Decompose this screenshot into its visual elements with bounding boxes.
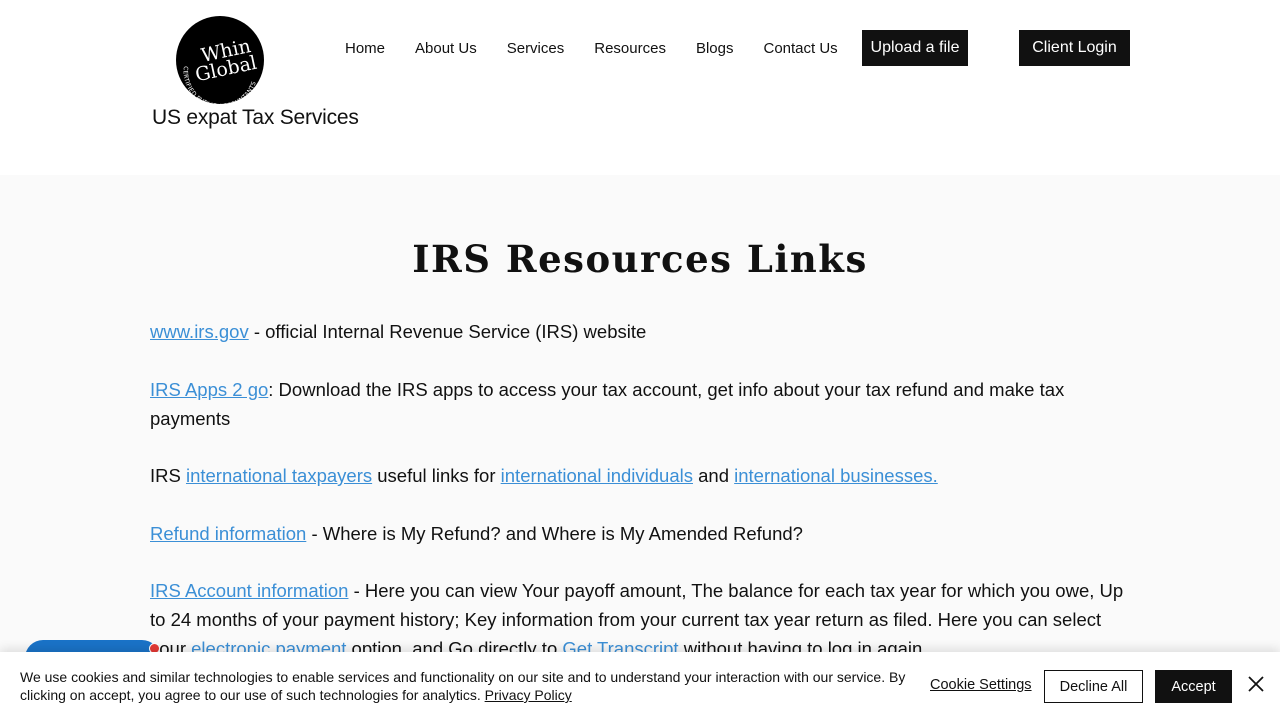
main-content: IRS Resources Links www.irs.gov - offici…: [0, 175, 1280, 720]
paragraph-account: IRS Account information - Here you can v…: [150, 576, 1130, 663]
site-header: CERTIFIED PUBLIC ACCOUNTANTS Whin Global…: [0, 0, 1280, 175]
accept-button[interactable]: Accept: [1155, 670, 1232, 703]
link-international-businesses[interactable]: international businesses.: [734, 465, 938, 486]
intl-text-2: useful links for: [372, 465, 501, 486]
nav-services[interactable]: Services: [492, 40, 580, 57]
cookie-banner: We use cookies and similar technologies …: [0, 652, 1280, 720]
close-icon[interactable]: [1246, 674, 1266, 694]
resource-links: www.irs.gov - official Internal Revenue …: [150, 317, 1130, 692]
intl-text-3: and: [692, 465, 735, 486]
main-nav: Home About Us Services Resources Blogs C…: [330, 30, 853, 66]
client-login-button[interactable]: Client Login: [1019, 30, 1130, 66]
link-refund-information[interactable]: Refund information: [150, 523, 306, 544]
nav-blogs[interactable]: Blogs: [681, 40, 749, 57]
decline-all-button[interactable]: Decline All: [1044, 670, 1143, 703]
paragraph-international: IRS international taxpayers useful links…: [150, 461, 1130, 490]
link-international-individuals[interactable]: international individuals: [501, 465, 693, 486]
whin-global-logo[interactable]: CERTIFIED PUBLIC ACCOUNTANTS Whin Global: [176, 16, 264, 104]
site-tagline: US expat Tax Services: [152, 106, 359, 129]
link-irs-apps-2-go[interactable]: IRS Apps 2 go: [150, 379, 268, 400]
nav-about-us[interactable]: About Us: [400, 40, 492, 57]
paragraph-irs-gov: www.irs.gov - official Internal Revenue …: [150, 317, 1130, 346]
link-irs-gov[interactable]: www.irs.gov: [150, 321, 249, 342]
nav-contact-us[interactable]: Contact Us: [748, 40, 852, 57]
page-title: IRS Resources Links: [412, 237, 868, 281]
nav-resources[interactable]: Resources: [579, 40, 681, 57]
link-irs-account-information[interactable]: IRS Account information: [150, 580, 348, 601]
link-international-taxpayers[interactable]: international taxpayers: [186, 465, 372, 486]
paragraph-refund: Refund information - Where is My Refund?…: [150, 519, 1130, 548]
intl-text-1: IRS: [150, 465, 186, 486]
paragraph-irs-apps: IRS Apps 2 go: Download the IRS apps to …: [150, 375, 1130, 433]
refund-desc: - Where is My Refund? and Where is My Am…: [306, 522, 803, 544]
privacy-policy-link[interactable]: Privacy Policy: [485, 687, 572, 703]
cookie-settings-link[interactable]: Cookie Settings: [930, 677, 1032, 693]
cookie-message: We use cookies and similar technologies …: [20, 668, 920, 704]
irs-gov-desc: - official Internal Revenue Service (IRS…: [248, 321, 647, 342]
irs-apps-desc: : Download the IRS apps to access your t…: [150, 378, 1065, 429]
upload-file-button[interactable]: Upload a file: [862, 30, 968, 66]
cookie-message-text: We use cookies and similar technologies …: [20, 669, 906, 703]
nav-home[interactable]: Home: [330, 40, 400, 57]
